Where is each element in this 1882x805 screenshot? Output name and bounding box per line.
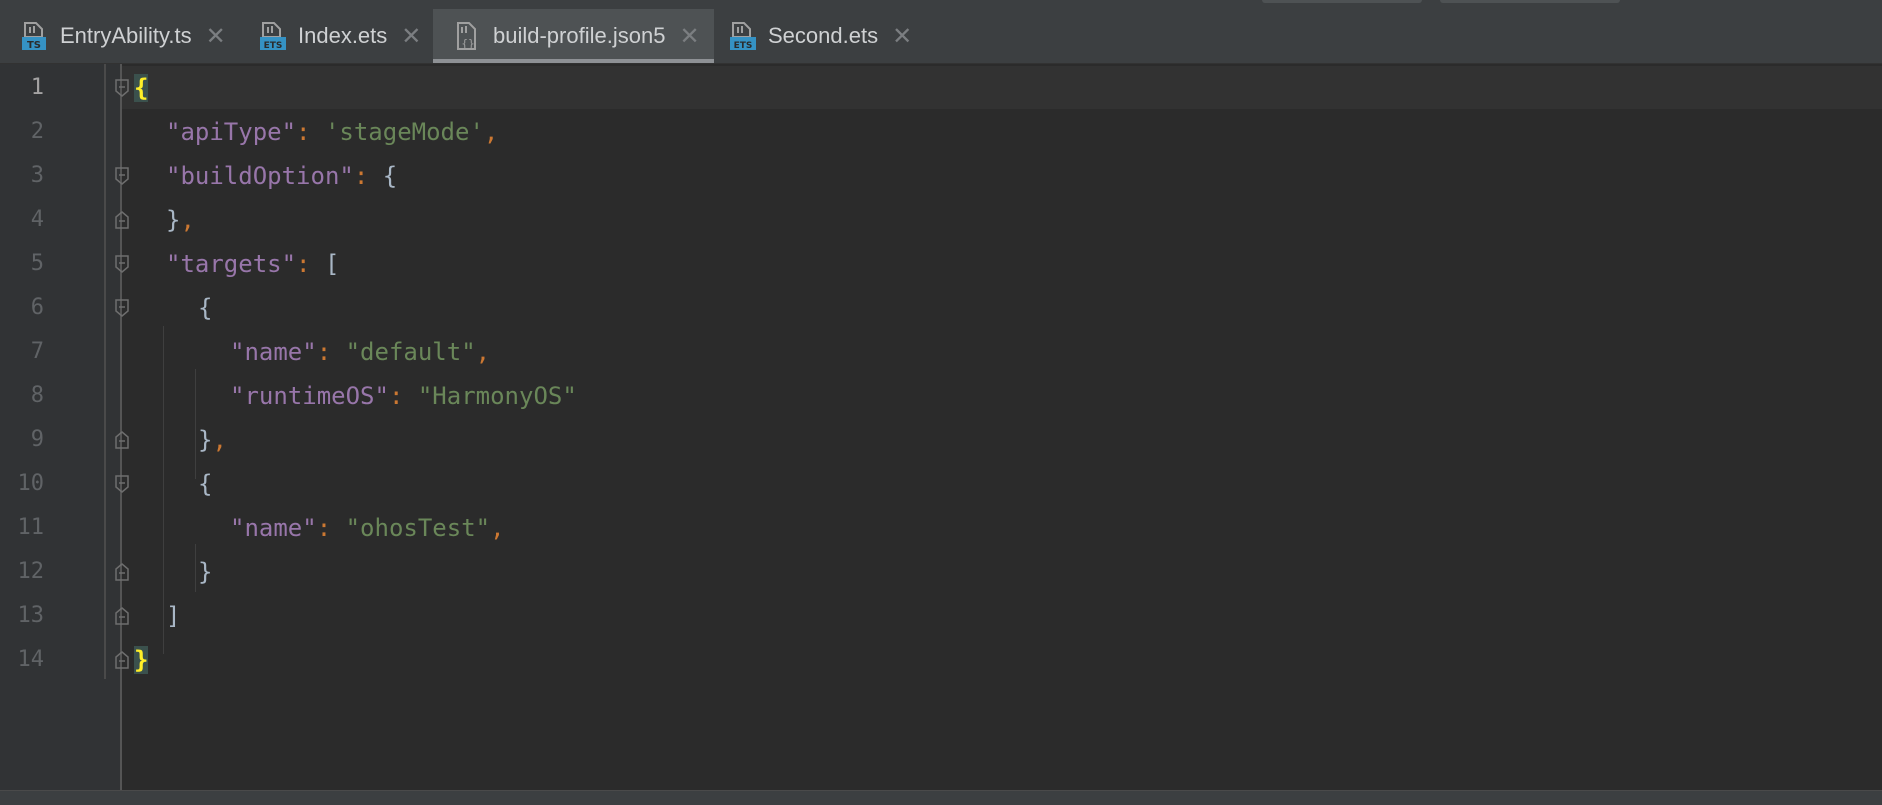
line-number: 7: [30, 339, 44, 364]
horizontal-scrollbar-area[interactable]: [0, 790, 1882, 805]
brace: }: [166, 206, 181, 234]
code-line[interactable]: 2 "apiType": 'stageMode',: [0, 110, 1882, 154]
close-icon[interactable]: ✕: [206, 22, 226, 50]
colon: :: [296, 250, 311, 278]
code-line[interactable]: 6 {: [0, 286, 1882, 330]
svg-text:ETS: ETS: [264, 41, 283, 51]
json-key: "buildOption": [166, 162, 354, 190]
line-number: 4: [30, 207, 44, 232]
comma: ,: [475, 338, 491, 366]
toolbar-control[interactable]: [1262, 0, 1422, 3]
json-string: 'stageMode': [324, 118, 484, 146]
fold-end-icon[interactable]: [114, 210, 130, 230]
json-string: "ohosTest": [345, 514, 491, 542]
line-number: 12: [17, 559, 45, 584]
ets-file-icon: ETS: [260, 21, 286, 51]
code-line[interactable]: 5 "targets": [: [0, 242, 1882, 286]
json-string: "default": [345, 338, 476, 366]
tab-label: EntryAbility.ts: [60, 23, 192, 48]
line-number: 9: [30, 427, 44, 452]
code-line[interactable]: 9 },: [0, 418, 1882, 462]
brace: }: [198, 558, 213, 586]
line-number: 6: [30, 295, 44, 320]
tab-entryability[interactable]: TS EntryAbility.ts ✕: [0, 9, 238, 63]
code-editor[interactable]: 1 { 2 "apiType": 'stageMode', 3 "buildOp…: [0, 64, 1882, 790]
json-key: "name": [230, 514, 317, 542]
code-line[interactable]: 11 "name": "ohosTest",: [0, 506, 1882, 550]
ets-file-icon: ETS: [730, 21, 756, 51]
colon: :: [316, 514, 332, 542]
code-line[interactable]: 4 },: [0, 198, 1882, 242]
json5-file-icon: {}: [455, 21, 481, 51]
code-line[interactable]: 10 {: [0, 462, 1882, 506]
code-line[interactable]: 1 {: [0, 66, 1882, 110]
tab-label: Index.ets: [298, 23, 388, 48]
toolbar-control[interactable]: [1440, 0, 1620, 3]
tab-index[interactable]: ETS Index.ets ✕: [238, 9, 433, 63]
line-number: 5: [30, 251, 44, 276]
code-line[interactable]: 13 ]: [0, 594, 1882, 638]
colon: :: [353, 162, 369, 190]
comma: ,: [483, 118, 499, 146]
line-number: 2: [30, 119, 44, 144]
code-line[interactable]: 12 }: [0, 550, 1882, 594]
tab-label: Second.ets: [768, 23, 879, 48]
line-number: 14: [17, 647, 45, 672]
line-number: 8: [30, 383, 44, 408]
line-number: 11: [17, 515, 45, 540]
matched-brace: }: [134, 646, 149, 674]
colon: :: [388, 382, 404, 410]
comma: ,: [490, 514, 505, 542]
tab-second[interactable]: ETS Second.ets ✕: [714, 9, 934, 63]
comma: ,: [212, 426, 227, 454]
svg-text:{}: {}: [461, 37, 474, 50]
fold-end-icon[interactable]: [114, 562, 130, 582]
json-key: "apiType": [166, 118, 297, 146]
svg-text:TS: TS: [27, 40, 41, 51]
line-number: 3: [30, 163, 44, 188]
fold-end-icon[interactable]: [114, 606, 130, 626]
bracket: ]: [166, 602, 181, 630]
svg-text:ETS: ETS: [734, 41, 753, 51]
close-icon[interactable]: ✕: [679, 22, 699, 50]
close-icon[interactable]: ✕: [892, 22, 912, 50]
ts-file-icon: TS: [22, 21, 48, 51]
fold-collapse-icon[interactable]: [114, 298, 130, 318]
json-key: "targets": [166, 250, 297, 278]
code-line[interactable]: 3 "buildOption": {: [0, 154, 1882, 198]
editor-tab-bar: TS EntryAbility.ts ✕ ETS Index.ets ✕ {} …: [0, 9, 1882, 64]
colon: :: [316, 338, 332, 366]
brace: {: [198, 294, 213, 322]
colon: :: [296, 118, 311, 146]
comma: ,: [180, 206, 195, 234]
line-number: 1: [30, 75, 44, 100]
fold-end-icon[interactable]: [114, 430, 130, 450]
code-line[interactable]: 14 }: [0, 638, 1882, 682]
brace: {: [198, 470, 213, 498]
json-key: "runtimeOS": [230, 382, 389, 410]
close-icon[interactable]: ✕: [401, 22, 421, 50]
fold-collapse-icon[interactable]: [114, 166, 130, 186]
code-line[interactable]: 7 "name": "default",: [0, 330, 1882, 374]
tab-build-profile[interactable]: {} build-profile.json5 ✕: [433, 9, 714, 63]
fold-collapse-icon[interactable]: [114, 254, 130, 274]
fold-end-icon[interactable]: [114, 650, 130, 670]
brace: }: [198, 426, 213, 454]
json-string: "HarmonyOS": [417, 382, 577, 410]
fold-collapse-icon[interactable]: [114, 78, 130, 98]
fold-collapse-icon[interactable]: [114, 474, 130, 494]
line-number: 13: [17, 603, 45, 628]
brace: {: [382, 162, 398, 190]
code-line[interactable]: 8 "runtimeOS": "HarmonyOS": [0, 374, 1882, 418]
json-key: "name": [230, 338, 317, 366]
bracket: [: [324, 250, 340, 278]
tab-label: build-profile.json5: [493, 23, 666, 48]
line-number: 10: [17, 471, 45, 496]
matched-brace: {: [134, 74, 149, 102]
